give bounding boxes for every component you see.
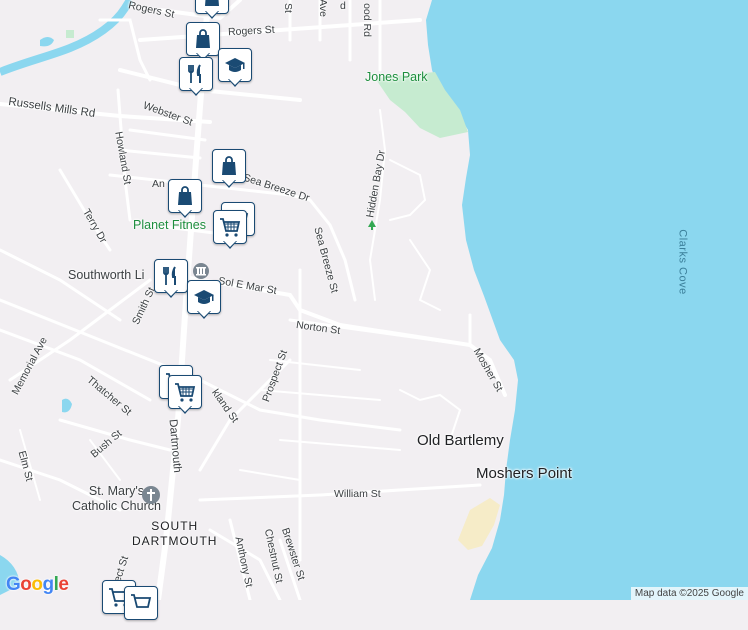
- map-pin-restaurant-1[interactable]: [179, 57, 213, 101]
- google-logo-letter: o: [20, 574, 32, 595]
- map-pin-shopping-cart-6[interactable]: [124, 586, 158, 630]
- shopping-bag-icon: [178, 186, 192, 205]
- map-pin-shopping-cart-4[interactable]: [168, 375, 202, 419]
- shopping-cart-icon: [220, 218, 241, 237]
- shopping-bag-icon: [196, 29, 210, 48]
- place-label-old-bartlemy[interactable]: Old Bartlemy: [417, 432, 504, 449]
- google-logo[interactable]: Google: [6, 574, 69, 596]
- map-pin-shopping-cart-2[interactable]: [213, 210, 247, 254]
- place-label-southworth-library[interactable]: Southworth Li: [68, 268, 144, 282]
- map-attribution[interactable]: Map data ©2025 Google: [630, 587, 748, 600]
- place-label-jones-park[interactable]: Jones Park: [365, 70, 428, 84]
- map-pin-shopping-bag-2[interactable]: [212, 149, 246, 193]
- street-label-william-st: William St: [334, 488, 381, 500]
- church-icon[interactable]: [141, 485, 161, 505]
- south-dartmouth-line2: DARTMOUTH: [132, 534, 218, 548]
- restaurant-icon: [163, 266, 176, 285]
- place-label-moshers-point[interactable]: Moshers Point: [476, 465, 572, 482]
- street-label-rogers-st: Rogers St: [227, 23, 275, 39]
- street-label-ood-rd: ood Rd: [360, 3, 373, 37]
- school-icon: [194, 290, 214, 304]
- street-label-st-top: St: [281, 3, 294, 13]
- street-label-an: An: [152, 178, 165, 190]
- street-label-ave-top: Ave: [316, 0, 329, 17]
- shopping-cart-icon: [131, 594, 152, 608]
- shopping-bag-icon: [205, 0, 219, 6]
- place-label-south-dartmouth[interactable]: SOUTH DARTMOUTH: [132, 519, 217, 549]
- google-logo-letter: g: [42, 574, 55, 595]
- shopping-bag-icon: [222, 156, 236, 175]
- restaurant-icon: [188, 64, 201, 83]
- shopping-cart-icon: [175, 383, 196, 402]
- street-label-d-top: d: [340, 0, 346, 12]
- small-park: [66, 30, 74, 38]
- park-icon: [368, 220, 376, 230]
- place-label-clarks-cove[interactable]: Clarks Cove: [677, 229, 689, 294]
- library-icon[interactable]: [192, 262, 210, 280]
- google-logo-letter: G: [6, 574, 21, 595]
- google-logo-letter: e: [58, 574, 69, 595]
- map-pin-shopping-bag-top[interactable]: [195, 0, 229, 24]
- map-pin-school-1[interactable]: [218, 48, 252, 92]
- map-pin-shopping-bag-3[interactable]: [168, 179, 202, 223]
- map-pin-school-2[interactable]: [187, 280, 221, 324]
- school-icon: [225, 58, 245, 72]
- map-pin-restaurant-2[interactable]: [154, 259, 188, 303]
- south-dartmouth-line1: SOUTH: [151, 519, 199, 533]
- google-logo-letter: o: [31, 574, 43, 595]
